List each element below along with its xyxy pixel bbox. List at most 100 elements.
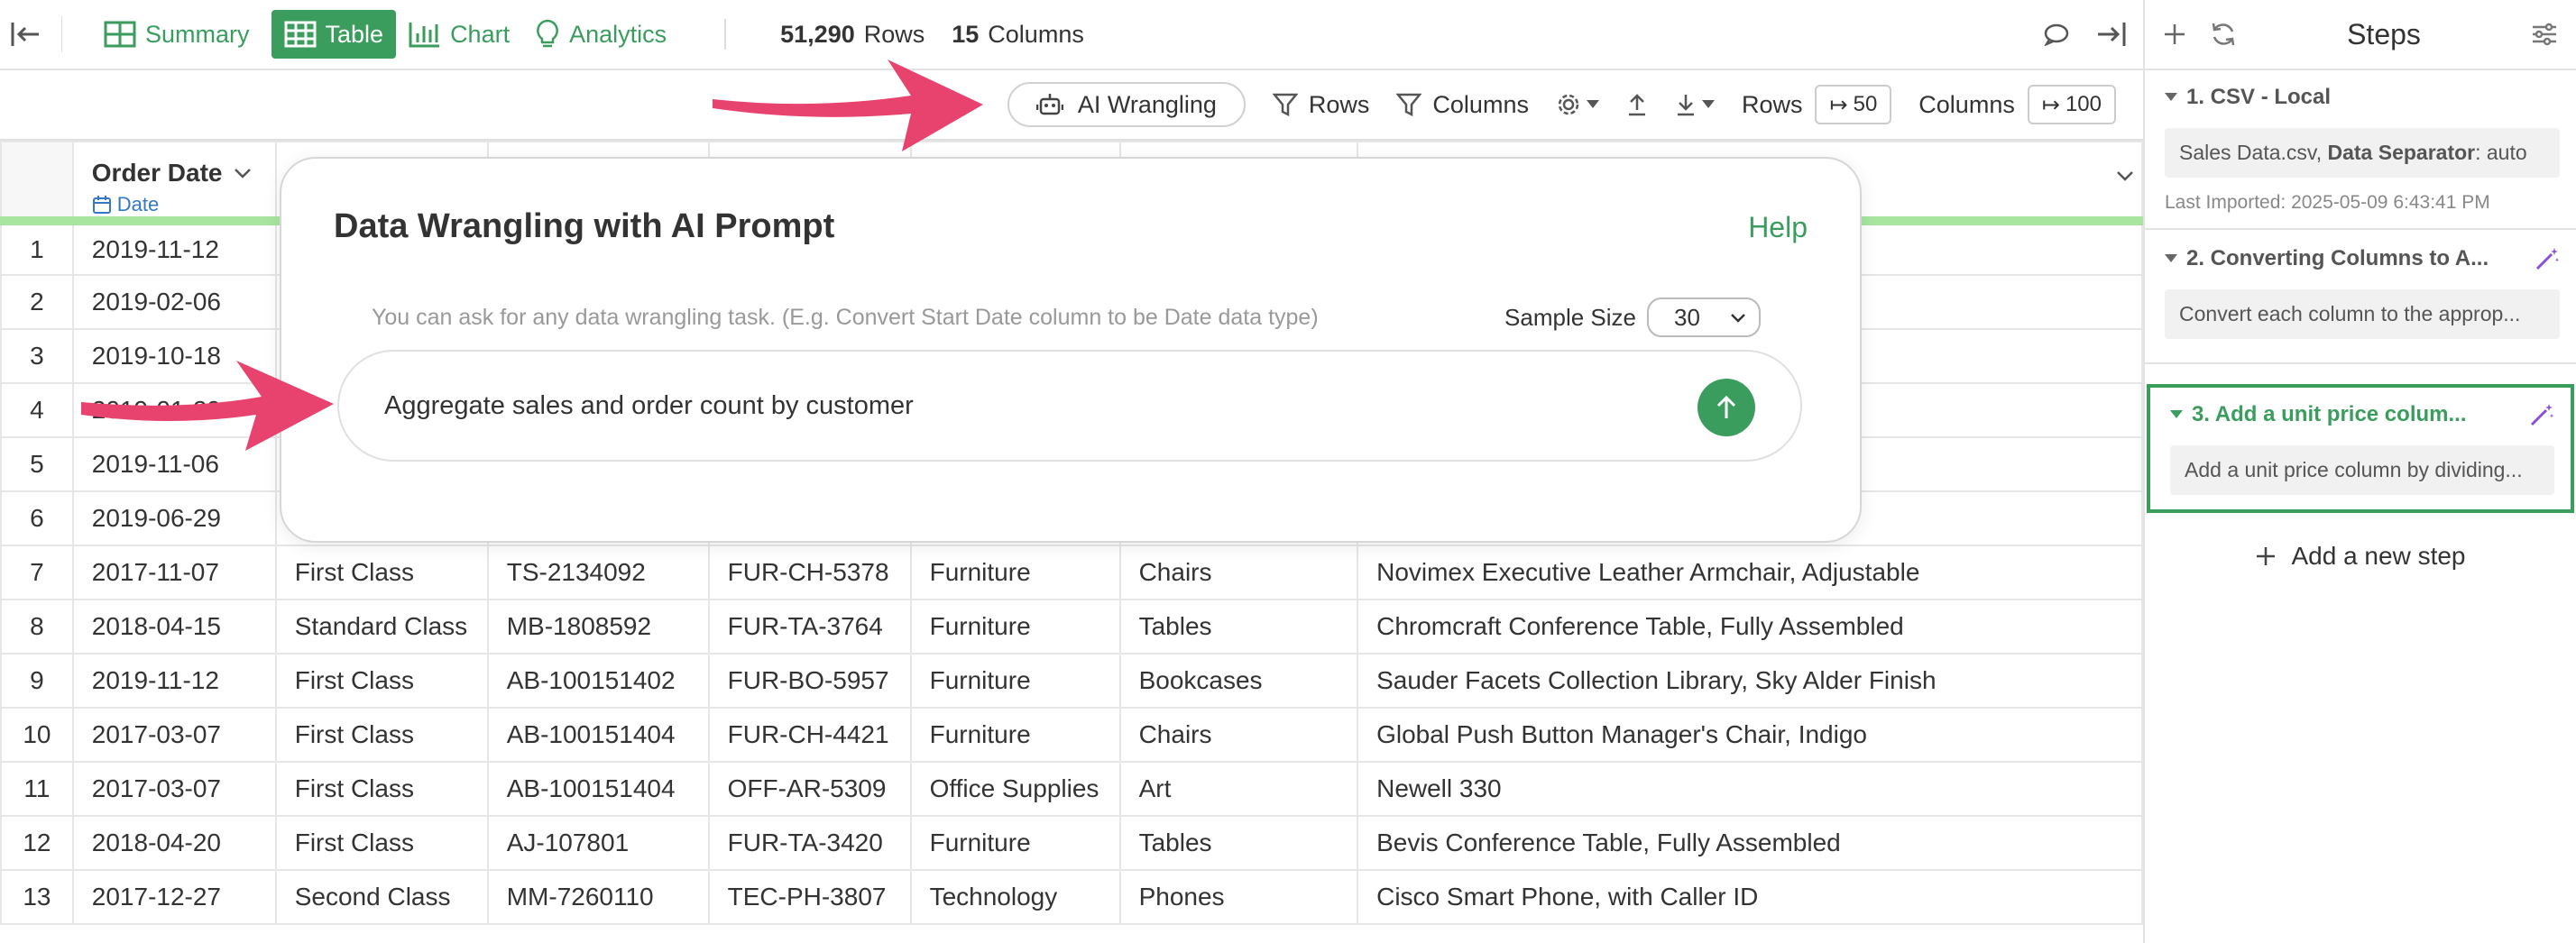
table-cell[interactable]: 2019-11-12 (71, 220, 277, 276)
collapse-right-icon[interactable] (2096, 21, 2127, 48)
row-number[interactable]: 4 (0, 382, 74, 438)
rows-filter-button[interactable]: Rows (1272, 91, 1369, 119)
table-cell[interactable]: First Class (274, 815, 489, 871)
table-cell[interactable]: Bookcases (1118, 653, 1359, 709)
table-cell[interactable]: Global Push Button Manager's Chair, Indi… (1357, 707, 2143, 763)
step-description[interactable]: Convert each column to the approp... (2165, 289, 2560, 339)
step-description[interactable]: Sales Data.csv, Data Separator: auto (2165, 128, 2560, 178)
table-cell[interactable]: Furniture (909, 815, 1121, 871)
table-cell[interactable]: First Class (274, 653, 489, 709)
table-cell[interactable]: 2019-06-29 (71, 490, 277, 546)
table-row[interactable]: 13 2017-12-27 Second Class MM-7260110 TEC-PH… (0, 869, 2143, 925)
table-cell[interactable]: FUR-TA-3764 (707, 599, 912, 655)
collapse-left-icon[interactable] (5, 21, 45, 48)
row-number[interactable]: 10 (0, 707, 74, 763)
step-2[interactable]: 2. Converting Columns to A... Convert ea… (2145, 230, 2576, 364)
table-cell[interactable]: FUR-CH-5378 (707, 545, 912, 600)
table-cell[interactable]: AB-100151402 (486, 653, 710, 709)
columns-limit-input[interactable]: ↦ 100 (2027, 85, 2116, 124)
table-cell[interactable]: AB-100151404 (486, 761, 710, 817)
rows-limit-input[interactable]: ↦ 50 (1815, 85, 1892, 124)
caret-down-icon[interactable] (2170, 410, 2183, 419)
row-number[interactable]: 8 (0, 599, 74, 655)
column-header-order-date[interactable]: Order Date Date (71, 141, 277, 225)
table-cell[interactable]: Tables (1118, 815, 1359, 871)
table-cell[interactable]: TEC-PH-3807 (707, 869, 912, 925)
row-number[interactable]: 12 (0, 815, 74, 871)
table-cell[interactable]: Furniture (909, 599, 1121, 655)
table-cell[interactable]: 2017-11-07 (71, 545, 277, 600)
table-row[interactable]: 10 2017-03-07 First Class AB-100151404 FUR-C… (0, 707, 2143, 763)
step-3[interactable]: 3. Add a unit price colum... Add a unit … (2147, 384, 2574, 513)
table-cell[interactable]: Chairs (1118, 545, 1359, 600)
prompt-input[interactable]: Aggregate sales and order count by custo… (337, 350, 1802, 462)
table-cell[interactable]: Sauder Facets Collection Library, Sky Al… (1357, 653, 2143, 709)
table-cell[interactable]: OFF-AR-5309 (707, 761, 912, 817)
row-number[interactable]: 6 (0, 490, 74, 546)
table-cell[interactable]: FUR-TA-3420 (707, 815, 912, 871)
table-cell[interactable]: 2019-11-12 (71, 653, 277, 709)
table-cell[interactable]: 2019-02-06 (71, 274, 277, 330)
table-cell[interactable]: FUR-CH-4421 (707, 707, 912, 763)
tab-summary[interactable]: Summary (91, 10, 262, 59)
send-button[interactable] (1697, 379, 1755, 436)
table-cell[interactable]: 2017-03-07 (71, 707, 277, 763)
table-cell[interactable]: Furniture (909, 707, 1121, 763)
table-row[interactable]: 12 2018-04-20 First Class AJ-107801 FUR-TA-3… (0, 815, 2143, 871)
sliders-icon[interactable] (2531, 22, 2558, 47)
row-number[interactable]: 5 (0, 436, 74, 492)
table-cell[interactable]: MB-1808592 (486, 599, 710, 655)
help-link[interactable]: Help (1748, 211, 1808, 244)
table-cell[interactable]: Bevis Conference Table, Fully Assembled (1357, 815, 2143, 871)
tab-analytics[interactable]: Analytics (522, 10, 679, 59)
download-dropdown[interactable] (1675, 92, 1715, 117)
row-number[interactable]: 9 (0, 653, 74, 709)
row-number[interactable]: 11 (0, 761, 74, 817)
row-number[interactable]: 13 (0, 869, 74, 925)
table-cell[interactable]: 2017-03-07 (71, 761, 277, 817)
tab-chart[interactable]: Chart (396, 10, 522, 59)
table-cell[interactable]: AB-100151404 (486, 707, 710, 763)
table-cell[interactable]: First Class (274, 761, 489, 817)
caret-down-icon[interactable] (2165, 254, 2177, 263)
table-cell[interactable]: Cisco Smart Phone, with Caller ID (1357, 869, 2143, 925)
table-cell[interactable]: 2018-04-15 (71, 599, 277, 655)
row-number[interactable]: 1 (0, 220, 74, 276)
table-cell[interactable]: Chromcraft Conference Table, Fully Assem… (1357, 599, 2143, 655)
ai-wrangling-button[interactable]: AI Wrangling (1007, 82, 1246, 127)
comment-icon[interactable] (2044, 23, 2069, 46)
row-number[interactable]: 7 (0, 545, 74, 600)
table-cell[interactable]: 2019-01-29 (71, 382, 277, 438)
caret-down-icon[interactable] (2165, 93, 2177, 102)
table-row[interactable]: 9 2019-11-12 First Class AB-100151402 FUR-BO… (0, 653, 2143, 709)
plus-icon[interactable] (2163, 23, 2186, 46)
row-number[interactable]: 3 (0, 328, 74, 384)
table-cell[interactable]: Furniture (909, 545, 1121, 600)
settings-dropdown[interactable] (1556, 92, 1599, 117)
table-cell[interactable]: Standard Class (274, 599, 489, 655)
table-cell[interactable]: Art (1118, 761, 1359, 817)
table-row[interactable]: 7 2017-11-07 First Class TS-2134092 FUR-CH-5… (0, 545, 2143, 600)
table-cell[interactable]: Second Class (274, 869, 489, 925)
table-cell[interactable]: 2019-11-06 (71, 436, 277, 492)
step-1[interactable]: 1. CSV - Local Sales Data.csv, Data Sepa… (2145, 70, 2576, 230)
table-cell[interactable]: 2019-10-18 (71, 328, 277, 384)
table-cell[interactable]: Novimex Executive Leather Armchair, Adju… (1357, 545, 2143, 600)
chevron-down-icon[interactable] (2116, 170, 2134, 181)
table-row[interactable]: 11 2017-03-07 First Class AB-100151404 OFF-A… (0, 761, 2143, 817)
chevron-down-icon[interactable] (234, 168, 252, 179)
table-cell[interactable]: Phones (1118, 869, 1359, 925)
add-step-button[interactable]: Add a new step (2145, 513, 2576, 600)
table-cell[interactable]: 2018-04-20 (71, 815, 277, 871)
table-cell[interactable]: Chairs (1118, 707, 1359, 763)
table-cell[interactable]: Office Supplies (909, 761, 1121, 817)
table-cell[interactable]: Technology (909, 869, 1121, 925)
refresh-icon[interactable] (2210, 21, 2237, 48)
row-number[interactable]: 2 (0, 274, 74, 330)
table-cell[interactable]: 2017-12-27 (71, 869, 277, 925)
sample-size-select[interactable]: 30 (1647, 298, 1761, 337)
upload-icon[interactable] (1626, 92, 1648, 117)
table-cell[interactable]: MM-7260110 (486, 869, 710, 925)
table-cell[interactable]: First Class (274, 707, 489, 763)
table-cell[interactable]: Newell 330 (1357, 761, 2143, 817)
